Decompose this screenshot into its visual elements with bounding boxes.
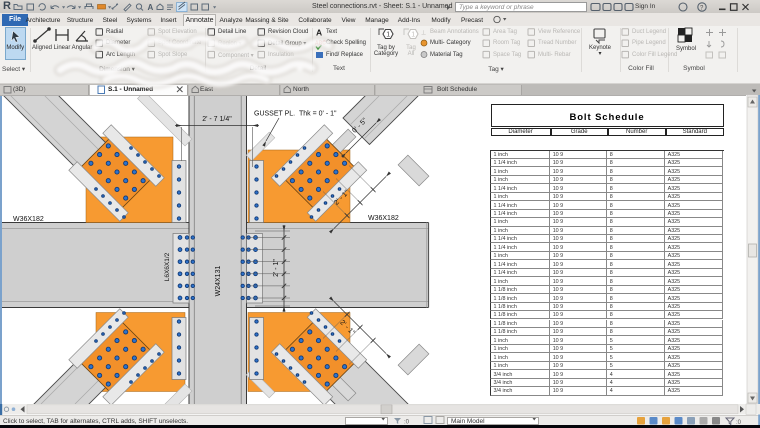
svg-text::0: :0 <box>736 420 742 426</box>
svg-text:1: 1 <box>386 32 390 39</box>
svg-text:A: A <box>316 28 322 38</box>
svg-text::0: :0 <box>404 420 410 426</box>
svg-text:1: 1 <box>411 32 415 39</box>
svg-text:⊥: ⊥ <box>421 30 426 37</box>
svg-text:A: A <box>148 3 154 12</box>
